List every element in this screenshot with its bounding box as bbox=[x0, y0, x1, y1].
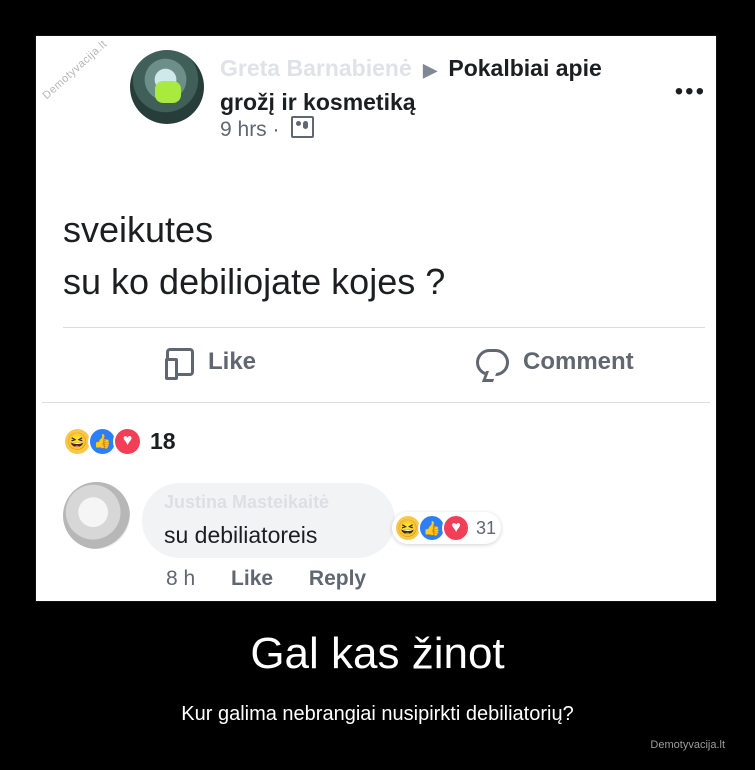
comment-reactions[interactable]: 😆 👍 ♥ 31 bbox=[392, 512, 502, 544]
comment-icon bbox=[476, 348, 509, 376]
like-label: Like bbox=[208, 348, 257, 375]
comment-text: su debiliatoreis bbox=[164, 522, 318, 548]
comment-author-avatar[interactable] bbox=[63, 482, 130, 549]
comment-time[interactable]: 8 h bbox=[166, 567, 195, 590]
post-reactions[interactable]: 😆 👍 ♥ 18 bbox=[63, 425, 176, 457]
comment-label: Comment bbox=[523, 348, 634, 375]
comment-reply-link[interactable]: Reply bbox=[309, 567, 366, 590]
group-privacy-icon bbox=[291, 116, 315, 138]
divider bbox=[63, 327, 705, 328]
post-meta: 9 hrs · bbox=[220, 116, 315, 142]
post-text-line: sveikutes bbox=[63, 209, 214, 250]
divider bbox=[42, 402, 710, 403]
facebook-post-card: Demotyvacija.lt Greta Barnabienė ▶ Pokal… bbox=[41, 38, 710, 595]
author-name-blurred[interactable]: Greta Barnabienė bbox=[220, 55, 412, 81]
more-options-icon[interactable]: ••• bbox=[675, 78, 706, 106]
reaction-count: 18 bbox=[150, 427, 176, 454]
comment-bubble: Justina Masteikaitė su debiliatoreis bbox=[142, 483, 395, 558]
share-arrow-icon: ▶ bbox=[423, 60, 437, 80]
comment-actions: 8 h Like Reply bbox=[166, 567, 396, 591]
site-watermark: Demotyvacija.lt bbox=[650, 739, 725, 751]
post-time[interactable]: 9 hrs bbox=[220, 118, 267, 141]
post-header: Greta Barnabienė ▶ Pokalbiai apie grožį … bbox=[220, 52, 660, 118]
love-reaction-icon: ♥ bbox=[113, 426, 142, 456]
comment-like-link[interactable]: Like bbox=[231, 567, 273, 590]
post-text: sveikutes su ko debiliojate kojes ? bbox=[63, 204, 445, 308]
love-reaction-icon: ♥ bbox=[442, 514, 470, 542]
comment-author-blurred[interactable]: Justina Masteikaitė bbox=[164, 492, 329, 513]
post-text-line: su ko debiliojate kojes ? bbox=[63, 261, 446, 302]
caption-title: Gal kas žinot bbox=[250, 629, 505, 678]
caption-subtitle: Kur galima nebrangiai nusipirkti debilia… bbox=[181, 703, 574, 725]
thumb-up-icon bbox=[165, 348, 194, 380]
author-avatar[interactable] bbox=[130, 50, 204, 124]
screenshot-frame: Demotyvacija.lt Greta Barnabienė ▶ Pokal… bbox=[35, 35, 717, 602]
like-button[interactable]: Like bbox=[165, 348, 257, 380]
comment-reaction-count: 31 bbox=[476, 517, 497, 538]
comment-button[interactable]: Comment bbox=[476, 348, 634, 376]
watermark: Demotyvacija.lt bbox=[40, 38, 110, 102]
